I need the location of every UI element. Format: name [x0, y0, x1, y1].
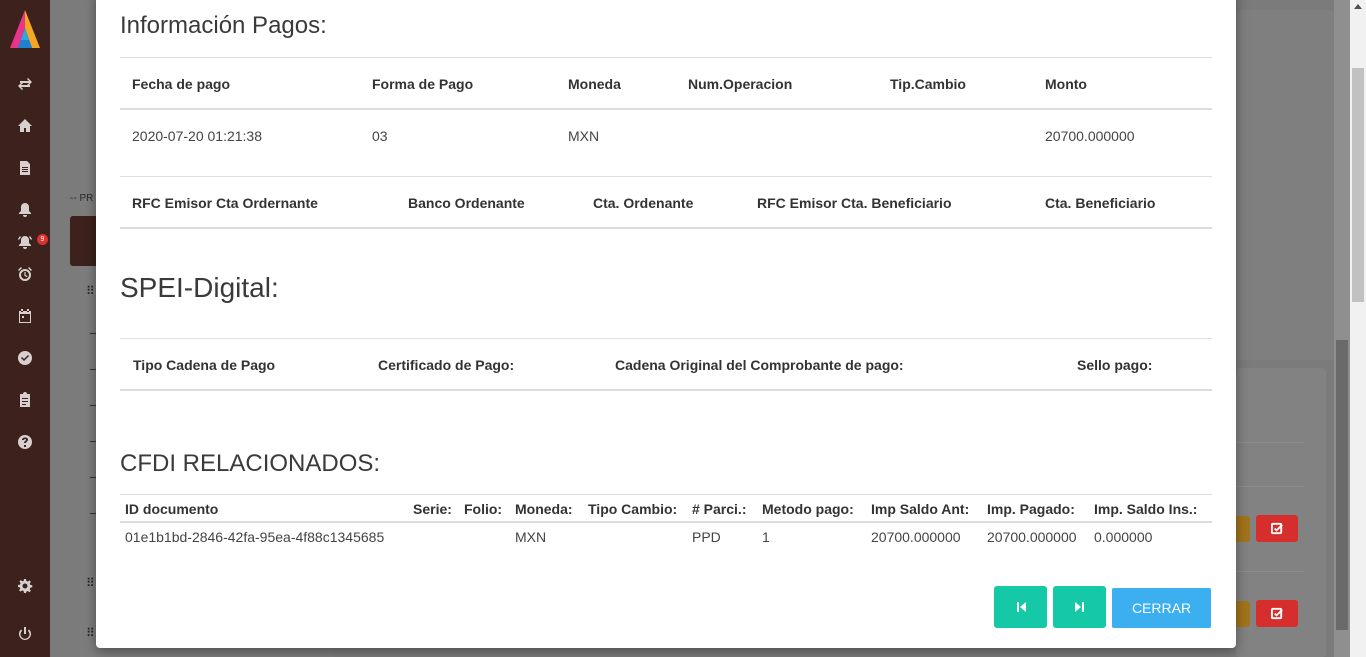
pagos-header-cta-ordenante: Cta. Ordenante — [593, 195, 694, 211]
clipboard-icon[interactable] — [15, 390, 35, 410]
pagos-header-fecha: Fecha de pago — [132, 76, 231, 92]
skip-forward-icon — [1074, 602, 1084, 612]
pagos-header-banco-ordenante: Banco Ordenante — [408, 195, 525, 211]
spei-section-title: SPEI-Digital: — [120, 272, 279, 303]
divider — [120, 176, 1212, 177]
pagos-cell-forma: 03 — [372, 128, 388, 144]
app-logo[interactable] — [10, 10, 40, 52]
background-edit-button — [1256, 600, 1298, 627]
pagos-cell-monto: 20700.000000 — [1045, 128, 1135, 144]
background-divider — [1236, 571, 1304, 572]
pagos-header-rfc-beneficiario: RFC Emisor Cta. Beneficiario — [757, 195, 952, 211]
first-page-button[interactable] — [994, 586, 1047, 628]
divider — [120, 389, 1212, 391]
scroll-up-arrow-icon[interactable] — [1354, 4, 1362, 9]
cfdi-header-tipo-cambio: Tipo Cambio: — [588, 501, 678, 517]
spei-header-tipo-cadena: Tipo Cadena de Pago — [133, 357, 276, 373]
background-card — [1236, 10, 1336, 360]
power-icon[interactable] — [15, 624, 35, 644]
pagos-header-forma: Forma de Pago — [372, 76, 474, 92]
notification-badge: 9 — [37, 234, 48, 245]
background-edit-button — [1256, 515, 1298, 542]
cfdi-cell-pagado: 20700.000000 — [987, 529, 1077, 545]
background-orange-button — [1236, 601, 1250, 627]
background-divider — [1236, 486, 1304, 487]
drag-grip-icon: ⠿ — [86, 576, 95, 590]
help-icon[interactable] — [15, 432, 35, 452]
payment-detail-modal: Información Pagos: Fecha de pago Forma d… — [96, 0, 1236, 648]
cfdi-header-saldo-ant: Imp Saldo Ant: — [871, 501, 970, 517]
cfdi-section-title: CFDI RELACIONADOS: — [120, 450, 381, 477]
cfdi-header-saldo-ins: Imp. Saldo Ins.: — [1094, 501, 1198, 517]
close-button[interactable]: CERRAR — [1112, 588, 1211, 628]
page-scrollbar[interactable] — [1350, 0, 1366, 657]
drag-grip-icon: ⠿ — [86, 284, 95, 298]
divider — [120, 108, 1212, 110]
background-prev-label: -- PR — [70, 193, 94, 204]
pagos-header-tipcambio: Tip.Cambio — [890, 76, 966, 92]
pagos-section-title: Información Pagos: — [120, 12, 327, 39]
spei-header-certificado: Certificado de Pago: — [378, 357, 515, 373]
pagos-header-monto: Monto — [1045, 76, 1087, 92]
sidebar: 9 — [0, 0, 50, 657]
divider — [120, 494, 1212, 495]
inner-scrollbar[interactable] — [1334, 0, 1350, 657]
drag-grip-icon: ⠿ — [86, 626, 95, 640]
home-icon[interactable] — [15, 116, 35, 136]
page-scrollbar-thumb[interactable] — [1352, 68, 1364, 302]
skip-back-icon — [1016, 602, 1026, 612]
cfdi-cell-metodo-pago: 1 — [762, 529, 770, 545]
bell-icon[interactable] — [15, 200, 35, 220]
cfdi-cell-id: 01e1b1bd-2846-42fa-95ea-4f88c1345685 — [125, 529, 385, 545]
cfdi-header-folio: Folio: — [464, 501, 503, 517]
pagos-cell-moneda: MXN — [568, 128, 600, 144]
transfer-icon[interactable] — [15, 74, 35, 94]
spei-header-sello: Sello pago: — [1077, 357, 1153, 373]
settings-icon[interactable] — [15, 576, 35, 596]
pagos-header-numoperacion: Num.Operacion — [688, 76, 793, 92]
pagos-header-rfc-ordenante: RFC Emisor Cta Ordernante — [132, 195, 318, 211]
pagos-header-cta-beneficiario: Cta. Beneficiario — [1045, 195, 1156, 211]
edit-check-icon — [1270, 607, 1283, 620]
pagos-header-moneda: Moneda — [568, 76, 621, 92]
cfdi-cell-parcialidad: PPD — [692, 529, 721, 545]
document-icon[interactable] — [15, 158, 35, 178]
cfdi-cell-moneda: MXN — [515, 529, 547, 545]
calendar-icon[interactable] — [15, 306, 35, 326]
alarm-clock-icon[interactable] — [15, 264, 35, 284]
divider — [120, 57, 1212, 58]
divider — [120, 521, 1212, 523]
background-divider — [1236, 442, 1304, 443]
spei-header-cadena-original: Cadena Original del Comprobante de pago: — [615, 357, 904, 373]
cfdi-header-serie: Serie: — [413, 501, 452, 517]
pagos-cell-fecha: 2020-07-20 01:21:38 — [132, 128, 262, 144]
cfdi-header-pagado: Imp. Pagado: — [987, 501, 1075, 517]
cfdi-cell-saldo-ins: 0.000000 — [1094, 529, 1153, 545]
cfdi-cell-saldo-ant: 20700.000000 — [871, 529, 961, 545]
divider — [120, 227, 1212, 229]
cfdi-header-moneda: Moneda: — [515, 501, 573, 517]
divider — [120, 338, 1212, 339]
cfdi-header-metodo-pago: Metodo pago: — [762, 501, 854, 517]
last-page-button[interactable] — [1053, 586, 1106, 628]
cfdi-header-parcialidad: # Parci.: — [692, 501, 747, 517]
background-orange-button — [1236, 516, 1250, 542]
edit-check-icon — [1270, 522, 1283, 535]
bell-alarm-icon[interactable] — [15, 232, 35, 252]
check-circle-icon[interactable] — [15, 348, 35, 368]
cfdi-header-id: ID documento — [125, 501, 219, 517]
inner-scrollbar-thumb[interactable] — [1336, 340, 1348, 630]
